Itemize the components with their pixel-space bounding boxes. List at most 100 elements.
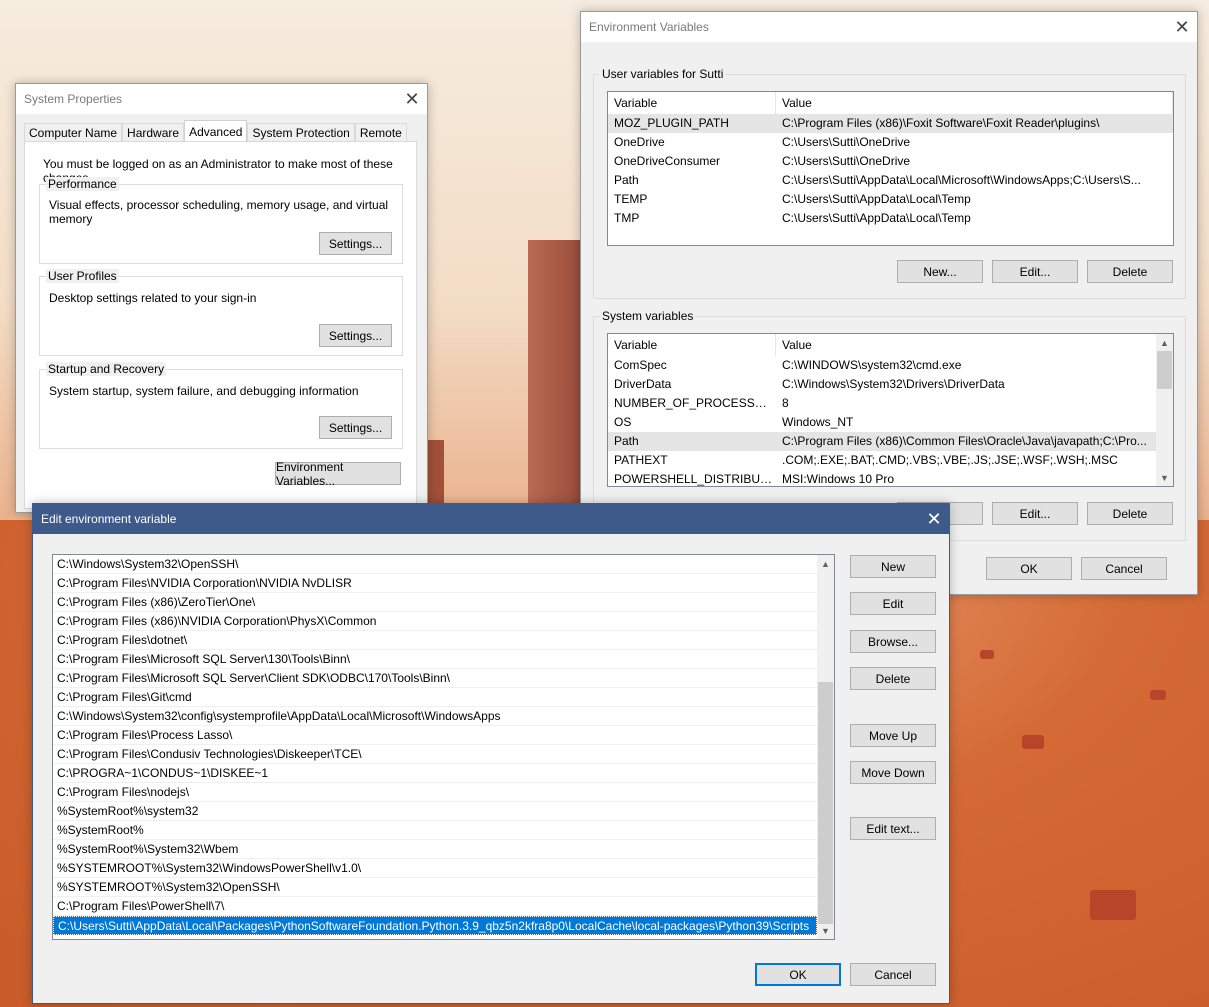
value-cell: C:\Users\Sutti\AppData\Local\Temp [782,211,971,225]
variable-cell: Path [614,434,639,448]
path-entry[interactable]: C:\Program Files\Condusiv Technologies\D… [53,745,817,764]
system-delete-button[interactable]: Delete [1087,502,1173,525]
startup-recovery-settings-button[interactable]: Settings... [319,416,392,439]
table-row[interactable]: TMP C:\Users\Sutti\AppData\Local\Temp [608,209,1173,228]
path-entry[interactable]: C:\Program Files\nodejs\ [53,783,817,802]
environment-variables-button[interactable]: Environment Variables... [275,460,401,488]
path-entry[interactable]: C:\Windows\System32\config\systemprofile… [53,707,817,726]
performance-settings-button[interactable]: Settings... [319,232,392,255]
close-icon[interactable]: ✕ [397,84,427,114]
tab-system-protection[interactable]: System Protection [247,123,355,142]
table-row[interactable]: PATHEXT .COM;.EXE;.BAT;.CMD;.VBS;.VBE;.JS… [608,451,1156,470]
value-cell: C:\Program Files (x86)\Common Files\Orac… [782,434,1147,448]
table-row[interactable]: Path C:\Program Files (x86)\Common Files\… [608,432,1156,451]
column-header-variable[interactable]: Variable [608,334,776,356]
path-entry[interactable]: C:\Program Files (x86)\ZeroTier\One\ [53,593,817,612]
scroll-down-icon[interactable]: ▼ [817,922,834,939]
path-entry[interactable]: %SystemRoot%\system32 [53,802,817,821]
scroll-thumb[interactable] [818,682,833,924]
variable-cell: TMP [614,211,640,225]
cancel-button[interactable]: Cancel [1081,557,1167,580]
title-bar: Environment Variables ✕ [581,12,1197,42]
value-cell: C:\Users\Sutti\AppData\Local\Temp [782,192,971,206]
scroll-up-icon[interactable]: ▲ [1156,334,1173,351]
path-entry[interactable]: C:\Program Files\Process Lasso\ [53,726,817,745]
system-edit-button[interactable]: Edit... [992,502,1078,525]
system-properties-window: System Properties ✕ Computer Name Hardwa… [15,83,428,513]
background-tower [528,240,580,510]
column-header-variable[interactable]: Variable [608,92,776,114]
tab-advanced[interactable]: Advanced [184,120,248,142]
background-rock [980,650,994,659]
user-profiles-group: User Profiles Desktop settings related t… [39,269,403,356]
path-entry[interactable]: %SystemRoot%\System32\Wbem [53,840,817,859]
path-entry[interactable]: C:\Program Files\Git\cmd [53,688,817,707]
close-icon[interactable]: ✕ [919,504,949,534]
path-entry[interactable]: C:\PROGRA~1\CONDUS~1\DISKEE~1 [53,764,817,783]
user-profiles-settings-button[interactable]: Settings... [319,324,392,347]
user-edit-button[interactable]: Edit... [992,260,1078,283]
background-rock [1022,735,1044,749]
value-cell: MSI:Windows 10 Pro [782,472,895,486]
delete-button[interactable]: Delete [850,667,936,690]
value-cell: C:\Program Files (x86)\Foxit Software\Fo… [782,116,1100,130]
close-icon[interactable]: ✕ [1167,12,1197,42]
scroll-thumb[interactable] [1157,351,1172,389]
scroll-up-icon[interactable]: ▲ [817,555,834,572]
move-up-button[interactable]: Move Up [850,724,936,747]
table-row[interactable]: NUMBER_OF_PROCESSORS 8 [608,394,1156,413]
title-bar: Edit environment variable ✕ [33,504,949,534]
window-title: Environment Variables [589,20,709,34]
vertical-scrollbar[interactable]: ▲ ▼ [817,555,834,939]
scroll-down-icon[interactable]: ▼ [1156,469,1173,486]
path-entry[interactable]: C:\Program Files (x86)\NVIDIA Corporatio… [53,612,817,631]
vertical-scrollbar[interactable]: ▲ ▼ [1156,334,1173,486]
cancel-button[interactable]: Cancel [850,963,936,986]
path-entry[interactable]: C:\Program Files\NVIDIA Corporation\NVID… [53,574,817,593]
column-header-value[interactable]: Value [776,92,1173,114]
table-row[interactable]: TEMP C:\Users\Sutti\AppData\Local\Temp [608,190,1173,209]
table-row[interactable]: ComSpec C:\WINDOWS\system32\cmd.exe [608,356,1156,375]
path-entry[interactable]: %SYSTEMROOT%\System32\OpenSSH\ [53,878,817,897]
performance-label: Performance [46,177,119,191]
move-down-button[interactable]: Move Down [850,761,936,784]
system-variables-label: System variables [600,309,696,323]
tab-computer-name[interactable]: Computer Name [24,123,123,142]
column-header-value[interactable]: Value [776,334,1173,356]
path-entry[interactable]: C:\Windows\System32\OpenSSH\ [53,555,817,574]
user-delete-button[interactable]: Delete [1087,260,1173,283]
table-row[interactable]: OneDrive C:\Users\Sutti\OneDrive [608,133,1173,152]
table-row[interactable]: POWERSHELL_DISTRIBUTIO... MSI:Windows 10 … [608,470,1156,486]
list-header: Variable Value [608,334,1173,356]
tab-hardware[interactable]: Hardware [122,123,185,142]
user-new-button[interactable]: New... [897,260,983,283]
user-variables-list[interactable]: Variable Value MOZ_PLUGIN_PATH C:\Program… [607,91,1174,246]
path-entry[interactable]: C:\Users\Sutti\AppData\Local\Packages\Py… [53,916,817,935]
tab-remote[interactable]: Remote [354,123,407,142]
table-row[interactable]: OS Windows_NT [608,413,1156,432]
path-entry[interactable]: C:\Program Files\dotnet\ [53,631,817,650]
table-row[interactable]: OneDriveConsumer C:\Users\Sutti\OneDrive [608,152,1173,171]
system-variables-list[interactable]: Variable Value ComSpec C:\WINDOWS\system3… [607,333,1174,487]
ok-button[interactable]: OK [755,963,841,986]
edit-text-button[interactable]: Edit text... [850,817,936,840]
browse-button[interactable]: Browse... [850,630,936,653]
variable-cell: TEMP [614,192,648,206]
table-row[interactable]: DriverData C:\Windows\System32\Drivers\Dr… [608,375,1156,394]
path-entry[interactable]: C:\Program Files\Microsoft SQL Server\13… [53,650,817,669]
path-entry[interactable]: %SYSTEMROOT%\System32\WindowsPowerShell\… [53,859,817,878]
table-row[interactable]: MOZ_PLUGIN_PATH C:\Program Files (x86)\Fo… [608,114,1173,133]
new-button[interactable]: New [850,555,936,578]
variable-cell: NUMBER_OF_PROCESSORS [614,396,776,410]
path-entry[interactable]: C:\Program Files\PowerShell\7\ [53,897,817,916]
edit-button[interactable]: Edit [850,592,936,615]
table-row[interactable]: Path C:\Users\Sutti\AppData\Local\Microso… [608,171,1173,190]
path-entry[interactable]: %SystemRoot% [53,821,817,840]
background-tower-part [428,440,444,504]
variable-cell: DriverData [614,377,672,391]
value-cell: C:\Users\Sutti\OneDrive [782,135,911,149]
variable-cell: ComSpec [614,358,667,372]
ok-button[interactable]: OK [986,557,1072,580]
path-list[interactable]: C:\Windows\System32\OpenSSH\ C:\Program F… [52,554,835,940]
path-entry[interactable]: C:\Program Files\Microsoft SQL Server\Cl… [53,669,817,688]
